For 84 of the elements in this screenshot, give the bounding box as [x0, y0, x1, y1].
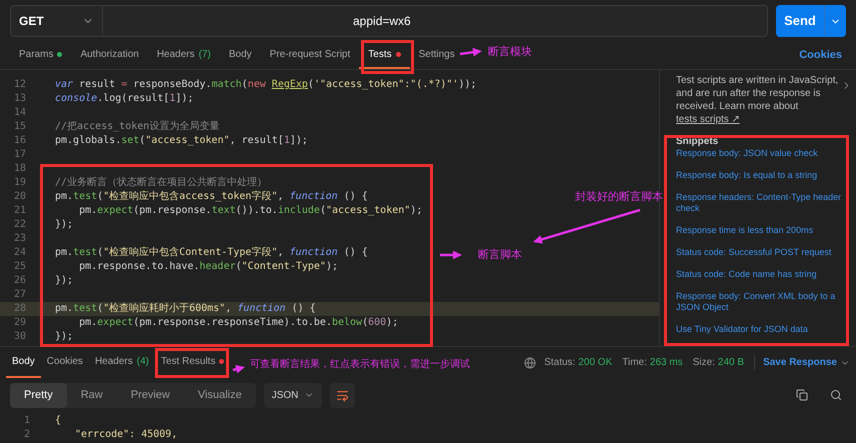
snippet-link[interactable]: Response body: Is equal to a string — [676, 170, 846, 181]
tab[interactable]: Headers (4) — [88, 347, 155, 378]
line-number: 2 — [22, 428, 31, 442]
tab[interactable]: Headers (7) — [148, 42, 220, 69]
code-line: pm.test("检查响应中包含access_token字段", function () { — [54, 190, 368, 204]
view-mode-tab[interactable]: Visualize — [184, 382, 256, 408]
code-line: //把access_token设置为全局变量 — [54, 120, 220, 134]
code-line: "errcode": 45009, — [74, 428, 178, 442]
status-label: Size: — [692, 356, 715, 370]
line-number: 23 — [12, 232, 27, 246]
code-line: console.log(result[1]); — [54, 92, 194, 106]
snippet-link[interactable]: Status code: Code name has string — [676, 269, 846, 280]
code-line: pm.expect(pm.response.responseTime).to.be.below(600); — [78, 316, 398, 330]
line-number: 30 — [12, 330, 27, 344]
snippet-link[interactable]: Response time is less than 200ms — [676, 225, 846, 236]
view-mode-tab[interactable]: Preview — [116, 382, 184, 408]
method-dropdown[interactable]: GET — [11, 6, 103, 36]
line-number: 1 — [22, 414, 31, 428]
tab[interactable]: Body — [6, 347, 41, 378]
code-line: pm.test("检查响应耗时小于600ms", function () { — [54, 302, 316, 316]
tab[interactable]: Body — [220, 42, 261, 69]
line-number: 22 — [12, 218, 27, 232]
save-response-button[interactable]: Save Response — [754, 355, 850, 370]
line-number: 15 — [12, 120, 27, 134]
snippet-link[interactable]: Response body: JSON value check — [676, 148, 846, 159]
code-line: }); — [54, 274, 74, 288]
help-text: Test scripts are written in JavaScript, and are run after the response is received. Learn more about tests scripts ↗ — [676, 74, 840, 126]
send-button[interactable]: Send — [776, 5, 846, 37]
line-number: 21 — [12, 204, 27, 218]
line-number: 26 — [12, 274, 27, 288]
annotation-label: 断言模块 — [488, 44, 532, 60]
search-icon[interactable] — [830, 389, 842, 401]
cookies-link[interactable]: Cookies — [799, 47, 846, 64]
line-number: 12 — [12, 78, 27, 92]
line-number: 29 — [12, 316, 27, 330]
line-number: 14 — [12, 106, 27, 120]
code-line: pm.response.to.have.header("Content-Type"); — [78, 260, 338, 274]
line-number: 16 — [12, 134, 27, 148]
status-value: 240 B — [718, 356, 744, 370]
status-value: 263 ms — [650, 356, 683, 370]
wrap-icon — [336, 388, 350, 402]
code-line: pm.test("检查响应中包含Content-Type字段", function () { — [54, 246, 368, 260]
line-number: 24 — [12, 246, 27, 260]
line-number: 18 — [12, 162, 27, 176]
tab[interactable]: Cookies — [40, 347, 89, 378]
code-line: }); — [54, 218, 74, 232]
line-number: 20 — [12, 190, 27, 204]
annotation-label: 封装好的断言脚本 — [575, 190, 663, 205]
code-line: { — [54, 414, 62, 428]
globe-icon[interactable] — [524, 356, 536, 368]
tab[interactable]: Test Results — [154, 347, 230, 378]
tests-scripts-link[interactable]: tests scripts ↗ — [676, 114, 740, 125]
snippet-link[interactable]: Response headers: Content-Type header check — [676, 192, 846, 214]
status-label: Time: — [622, 356, 647, 370]
tab[interactable]: Params — [10, 42, 72, 69]
code-line: //业务断言（状态断言在项目公共断言中处理） — [54, 176, 268, 190]
snippet-link[interactable]: Use Tiny Validator for JSON data — [676, 324, 846, 335]
copy-icon[interactable] — [796, 389, 808, 401]
wrap-button[interactable] — [330, 382, 356, 408]
url-field[interactable]: appid=wx6 — [103, 6, 767, 36]
view-mode-tab[interactable]: Pretty — [10, 382, 67, 408]
tab[interactable]: Authorization — [71, 42, 148, 69]
annotation-label: 可查看断言结果，红点表示有错误，需进一步调试 — [250, 358, 470, 372]
code-line: var result = responseBody.match(new RegExp('"access_token":"(.*?)"')); — [54, 78, 477, 92]
annotation-label: 断言脚本 — [478, 248, 522, 263]
line-number: 19 — [12, 176, 27, 190]
line-number: 27 — [12, 288, 27, 302]
line-number: 25 — [12, 260, 27, 274]
status-value: 200 OK — [578, 356, 612, 370]
view-mode-tab[interactable]: Raw — [66, 382, 117, 408]
tab[interactable]: Settings — [410, 42, 464, 69]
snippet-link[interactable]: Response body: Convert XML body to a JSON Object — [676, 291, 846, 313]
highlight-frame — [361, 40, 414, 74]
line-number: 28 — [12, 302, 27, 316]
snippet-link[interactable]: Status code: Successful POST request — [676, 247, 846, 258]
line-number: 17 — [12, 148, 27, 162]
code-line: }); — [54, 330, 74, 344]
tab[interactable]: Pre-request Script — [260, 42, 360, 69]
format-dropdown[interactable]: JSON — [264, 382, 322, 408]
snippets-heading: Snippets — [676, 136, 720, 148]
status-label: Status: — [544, 356, 576, 370]
line-number: 13 — [12, 92, 27, 106]
code-line: pm.globals.set("access_token", result[1]); — [54, 134, 308, 148]
code-line: pm.expect(pm.response.text()).to.include("access_token"); — [78, 204, 422, 218]
